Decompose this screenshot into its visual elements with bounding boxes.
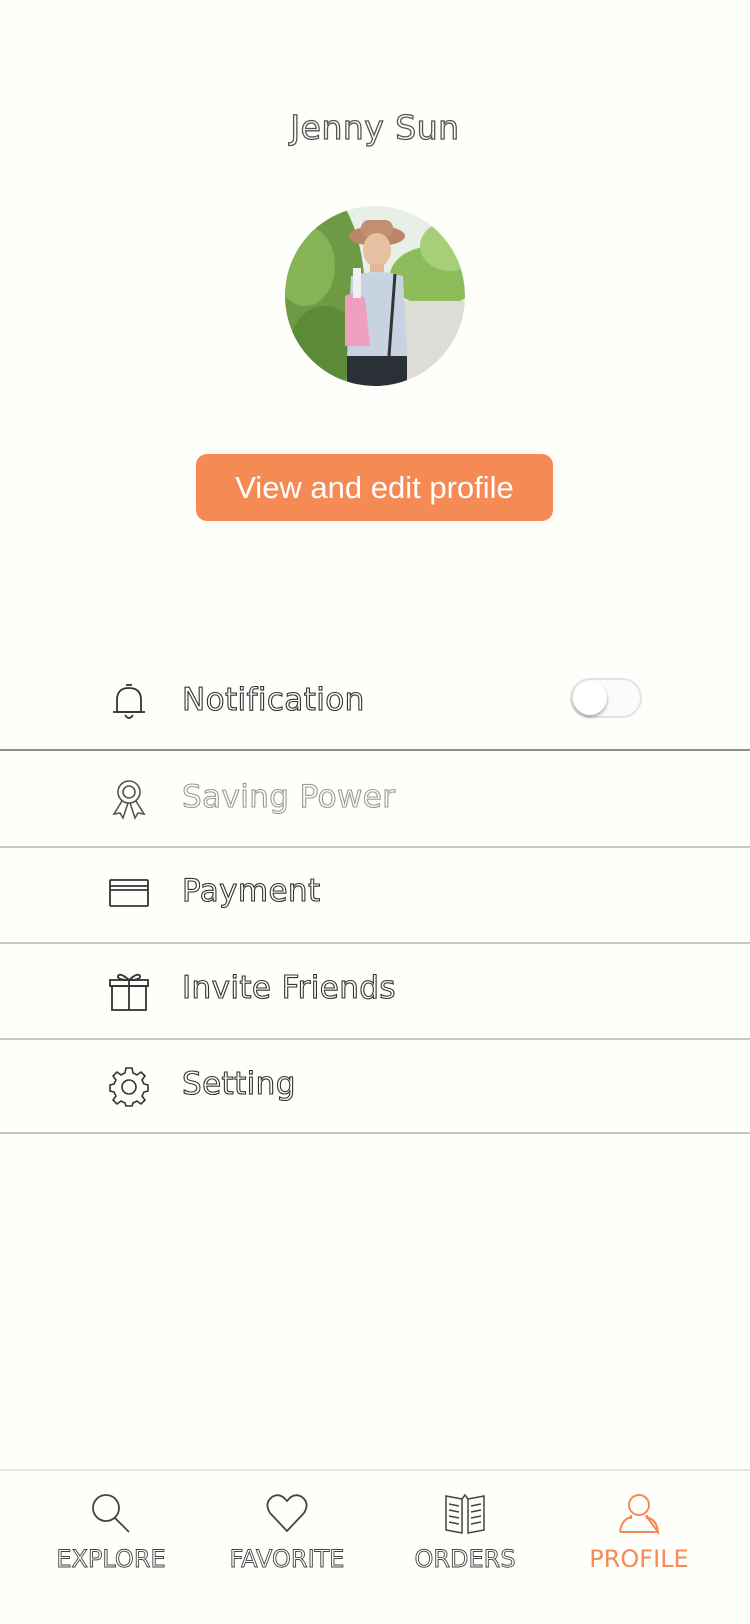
heart-icon: [265, 1491, 309, 1539]
menu-item-setting[interactable]: Setting: [0, 1040, 750, 1134]
tab-profile[interactable]: PROFILE: [564, 1491, 714, 1591]
menu-book-icon: [443, 1491, 487, 1539]
tab-explore[interactable]: EXPLORE: [36, 1491, 186, 1591]
bottom-tab-bar: EXPLORE FAVORITE ORDERS PROFILE: [0, 1469, 750, 1624]
award-ribbon-icon: [108, 778, 150, 820]
menu-item-notification[interactable]: Notification: [0, 655, 750, 751]
view-edit-profile-button[interactable]: View and edit profile: [196, 454, 553, 521]
avatar[interactable]: [285, 206, 465, 386]
bell-icon: [108, 681, 150, 723]
menu-item-label: Saving Power: [181, 778, 396, 815]
search-icon: [89, 1491, 133, 1539]
tab-label: PROFILE: [589, 1545, 689, 1573]
gift-icon: [108, 970, 150, 1012]
menu-item-invite-friends[interactable]: Invite Friends: [0, 944, 750, 1040]
menu-item-payment[interactable]: Payment: [0, 848, 750, 944]
gear-icon: [108, 1065, 150, 1107]
menu-item-label: Payment: [181, 872, 321, 909]
tab-label: ORDERS: [414, 1545, 516, 1574]
user-name: Jenny Sun: [290, 107, 460, 147]
tab-orders[interactable]: ORDERS: [390, 1491, 540, 1591]
notification-toggle[interactable]: [570, 678, 642, 718]
menu-item-label: Invite Friends: [181, 969, 396, 1006]
credit-card-icon: [108, 872, 150, 914]
tab-label: FAVORITE: [229, 1545, 345, 1574]
menu-item-label: Setting: [181, 1065, 296, 1102]
menu-item-saving-power[interactable]: Saving Power: [0, 751, 750, 848]
tab-favorite[interactable]: FAVORITE: [212, 1491, 362, 1591]
tab-label: EXPLORE: [56, 1545, 166, 1574]
person-icon: [617, 1491, 661, 1539]
toggle-knob: [573, 681, 607, 715]
menu-item-label: Notification: [181, 681, 365, 718]
